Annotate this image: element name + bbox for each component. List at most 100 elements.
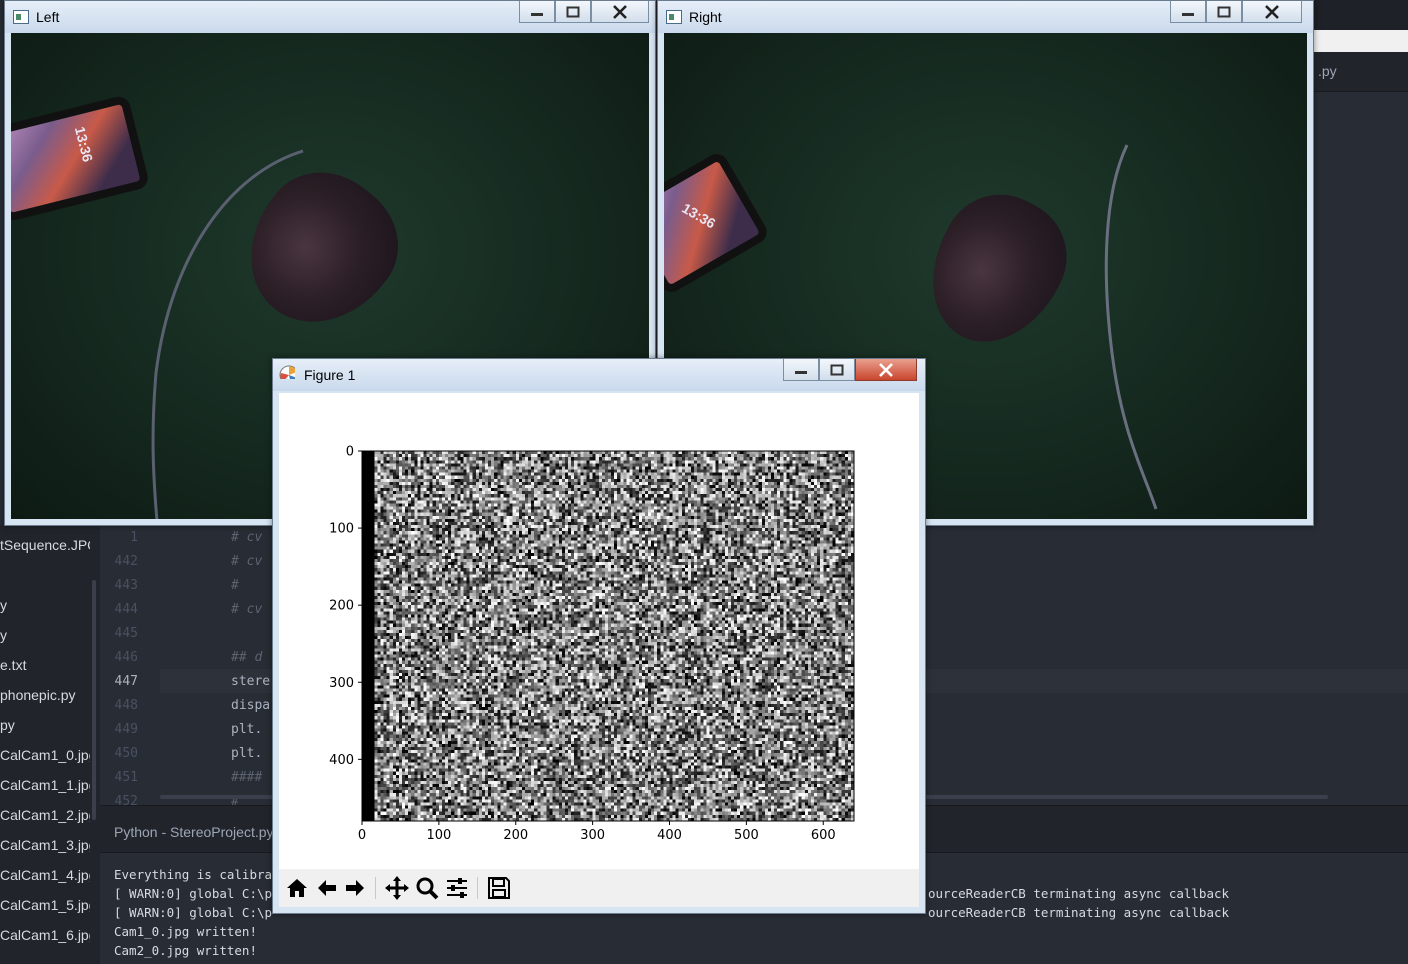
console-line-tail: ourceReaderCB terminating async callback	[928, 886, 1230, 901]
window-titlebar[interactable]: Figure 1	[273, 359, 925, 391]
line-number: 448	[114, 698, 138, 713]
sidebar-file-label: CalCam1_4.jpg	[0, 867, 90, 883]
sidebar-file-label: CalCam1_1.jpg	[0, 777, 90, 793]
forward-button[interactable]	[341, 874, 369, 902]
sidebar-file-label: CalCam1_3.jpg	[0, 837, 90, 853]
sidebar-scrollbar[interactable]	[92, 580, 96, 820]
zoom-button[interactable]	[413, 874, 441, 902]
sidebar-file-label: CalCam1_6.jpg	[0, 927, 90, 943]
line-number: 442	[114, 554, 138, 569]
code-line: # cv	[231, 530, 263, 545]
maximize-icon	[1217, 6, 1231, 17]
sidebar-file-label: CalCam1_2.jpg	[0, 807, 90, 823]
configure-subplots-button[interactable]	[443, 874, 471, 902]
pan-icon	[385, 876, 409, 900]
close-button[interactable]	[591, 1, 649, 23]
close-icon	[613, 4, 627, 19]
close-icon	[1265, 4, 1279, 19]
minimize-button[interactable]	[783, 359, 819, 381]
forward-arrow-icon	[346, 880, 364, 896]
file-tree-sidebar: tSequence.JPG y y e.txt phonepic.py py CalCam1…	[0, 525, 100, 964]
navigation-toolbar	[279, 869, 919, 907]
code-line: ####	[231, 770, 263, 785]
save-button[interactable]	[485, 874, 513, 902]
console-line: [ WARN:0] global C:\p	[114, 905, 273, 920]
sidebar-file-item[interactable]: CalCam1_1.jpg	[0, 777, 90, 799]
console-line: Cam1_0.jpg written!	[114, 924, 257, 939]
minimize-icon	[531, 12, 543, 16]
minimize-button[interactable]	[519, 1, 555, 23]
line-number: 1	[130, 530, 138, 545]
sidebar-file-label: y	[0, 597, 7, 613]
console-line: Cam2_0.jpg written!	[114, 943, 257, 958]
disparity-image	[362, 451, 854, 821]
maximize-button[interactable]	[819, 359, 855, 381]
zoom-icon	[416, 877, 439, 900]
window-titlebar[interactable]: Right	[658, 1, 1313, 33]
configure-subplots-icon	[447, 878, 467, 898]
editor-top-bar	[1310, 0, 1408, 52]
code-line: plt.	[231, 746, 263, 761]
sidebar-file-item[interactable]: CalCam1_0.jpg	[0, 747, 90, 769]
line-number: 450	[114, 746, 138, 761]
sidebar-file-item[interactable]: y	[0, 597, 90, 619]
code-line: stere	[231, 674, 271, 689]
window-titlebar[interactable]: Left	[5, 1, 655, 33]
sidebar-file-item[interactable]: CalCam1_4.jpg	[0, 867, 90, 889]
minimize-icon	[795, 370, 807, 374]
sidebar-file-label: py	[0, 717, 15, 733]
back-arrow-icon	[318, 880, 336, 896]
console-line: Everything is calibra	[114, 867, 273, 882]
sidebar-file-item[interactable]: y	[0, 627, 90, 649]
maximize-icon	[566, 6, 580, 17]
sidebar-file-item[interactable]: CalCam1_6.jpg	[0, 927, 90, 949]
line-number: 443	[114, 578, 138, 593]
x-tick-label: 0	[358, 828, 366, 843]
close-icon	[879, 362, 893, 377]
y-tick-label: 300	[329, 676, 354, 691]
output-panel-title: Python - StereoProject.py	[114, 824, 274, 840]
sidebar-file-label: y	[0, 627, 7, 643]
disparity-plot: 0 100 200 300 400 500 600 0 100 200 300 400	[329, 445, 855, 843]
sidebar-file-item[interactable]: CalCam1_3.jpg	[0, 837, 90, 859]
sidebar-file-item[interactable]: tSequence.JPG	[0, 537, 90, 559]
y-tick-label: 200	[329, 599, 354, 614]
maximize-button[interactable]	[555, 1, 591, 23]
toolbar-separator	[477, 877, 478, 899]
editor-tab[interactable]: .py	[1318, 63, 1337, 79]
sidebar-file-item[interactable]: py	[0, 717, 90, 739]
close-button[interactable]	[1242, 1, 1302, 23]
code-line: #	[231, 578, 239, 593]
toolbar-separator	[375, 877, 376, 899]
y-tick-label: 100	[329, 522, 354, 537]
sidebar-file-label: tSequence.JPG	[0, 537, 90, 553]
sidebar-file-item[interactable]: e.txt	[0, 657, 90, 679]
code-line: # cv	[231, 602, 263, 617]
sidebar-file-item[interactable]: CalCam1_2.jpg	[0, 807, 90, 829]
code-line: dispa	[231, 698, 271, 713]
window-title: Right	[689, 9, 722, 25]
x-tick-label: 100	[426, 828, 451, 843]
minimize-button[interactable]	[1170, 1, 1206, 23]
window-title: Figure 1	[304, 367, 356, 383]
home-button[interactable]	[283, 874, 311, 902]
line-number: 446	[114, 650, 138, 665]
figure-canvas[interactable]: 0 100 200 300 400 500 600 0 100 200 300 400	[279, 393, 919, 907]
y-tick-label: 0	[346, 445, 354, 460]
line-number: 447	[114, 674, 138, 689]
pan-button[interactable]	[383, 874, 411, 902]
sidebar-file-item[interactable]: CalCam1_5.jpg	[0, 897, 90, 919]
maximize-button[interactable]	[1206, 1, 1242, 23]
x-tick-label: 600	[811, 828, 836, 843]
line-number: 451	[114, 770, 138, 785]
close-button[interactable]	[855, 359, 917, 381]
code-line: plt.	[231, 722, 263, 737]
line-number: 449	[114, 722, 138, 737]
save-icon	[488, 877, 510, 899]
maximize-icon	[830, 364, 844, 375]
back-button[interactable]	[313, 874, 341, 902]
sidebar-file-item[interactable]: phonepic.py	[0, 687, 90, 709]
console-line-tail: ourceReaderCB terminating async callback	[928, 905, 1230, 920]
figure-window[interactable]: Figure 1 0 100 200 300 400 500 600 0 100 200 300 40…	[272, 358, 926, 914]
x-tick-label: 300	[580, 828, 605, 843]
